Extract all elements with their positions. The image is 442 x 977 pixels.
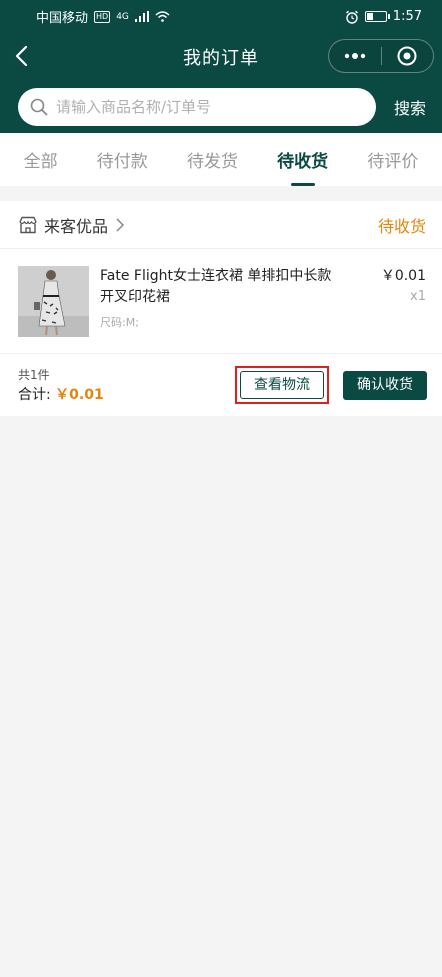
total-amount: ￥0.01: [55, 387, 104, 403]
product-info: Fate Flight女士连衣裙 单排扣中长款开叉印花裙 尺码:M;: [89, 266, 356, 337]
more-button[interactable]: [329, 40, 381, 72]
search-button[interactable]: 搜索: [394, 95, 426, 119]
network-label: 4G: [116, 11, 129, 22]
status-left: 中国移动 HD 4G: [36, 7, 170, 26]
total-label: 合计:: [18, 387, 51, 403]
store-icon: [19, 216, 37, 233]
search-icon: [30, 98, 48, 115]
view-logistics-button[interactable]: 查看物流: [240, 371, 324, 399]
search-bar: 搜索: [0, 80, 442, 133]
tab-pending-shipment[interactable]: 待发货: [181, 133, 244, 186]
order-card-footer: 共1件 合计: ￥0.01 查看物流 确认收货: [0, 354, 442, 416]
order-actions: 查看物流 确认收货: [235, 366, 427, 404]
status-bar: 中国移动 HD 4G 1:57: [0, 0, 442, 33]
order-summary: 共1件 合计: ￥0.01: [18, 366, 104, 404]
tab-pending-receipt[interactable]: 待收货: [271, 133, 334, 186]
product-spec: 尺码:M;: [100, 316, 139, 329]
order-card-header: 来客优品 待收货: [0, 201, 442, 249]
product-price: ￥0.01: [380, 268, 426, 284]
wifi-icon: [155, 11, 170, 22]
chevron-right-icon: [116, 217, 125, 232]
search-input[interactable]: [56, 97, 364, 116]
back-button[interactable]: [10, 41, 40, 71]
target-circle-icon: [397, 46, 417, 66]
order-total: 合计: ￥0.01: [18, 384, 104, 404]
carrier-name: 中国移动: [36, 11, 89, 26]
clock: 1:57: [392, 9, 422, 24]
page-title: 我的订单: [183, 47, 259, 69]
status-right: 1:57: [345, 9, 422, 24]
battery-icon: [364, 11, 390, 22]
shop-link[interactable]: 来客优品: [18, 213, 126, 237]
chevron-left-icon: [15, 45, 28, 67]
alarm-icon: [345, 10, 358, 24]
product-image: [18, 266, 89, 337]
highlight-box: 查看物流: [235, 366, 329, 404]
mini-program-capsule: [328, 39, 434, 73]
product-title: Fate Flight女士连衣裙 单排扣中长款开叉印花裙: [100, 268, 332, 305]
tab-all[interactable]: 全部: [18, 133, 64, 186]
close-mini-program-button[interactable]: [382, 40, 433, 72]
signal-icon: [134, 11, 149, 22]
product-quantity: x1: [410, 289, 426, 304]
nav-bar: 我的订单: [0, 33, 442, 80]
order-card: 来客优品 待收货 Fate Flight女士连衣裙 单排扣中长款开叉印花裙 尺码…: [0, 201, 442, 416]
shop-name: 来客优品: [44, 216, 109, 236]
order-status: 待收货: [377, 216, 426, 236]
search-box: [18, 87, 376, 126]
item-count: 共1件: [18, 368, 50, 382]
tab-pending-review[interactable]: 待评价: [361, 133, 424, 186]
product-price-block: ￥0.01 x1: [356, 266, 426, 337]
dress-picture: [18, 266, 89, 337]
order-item[interactable]: Fate Flight女士连衣裙 单排扣中长款开叉印花裙 尺码:M; ￥0.01…: [0, 249, 442, 354]
tab-pending-payment[interactable]: 待付款: [91, 133, 154, 186]
hd-badge: HD: [94, 10, 111, 23]
order-tabs: 全部 待付款 待发货 待收货 待评价: [0, 133, 442, 186]
more-dots-icon: [344, 53, 366, 59]
confirm-receipt-button[interactable]: 确认收货: [343, 370, 427, 400]
